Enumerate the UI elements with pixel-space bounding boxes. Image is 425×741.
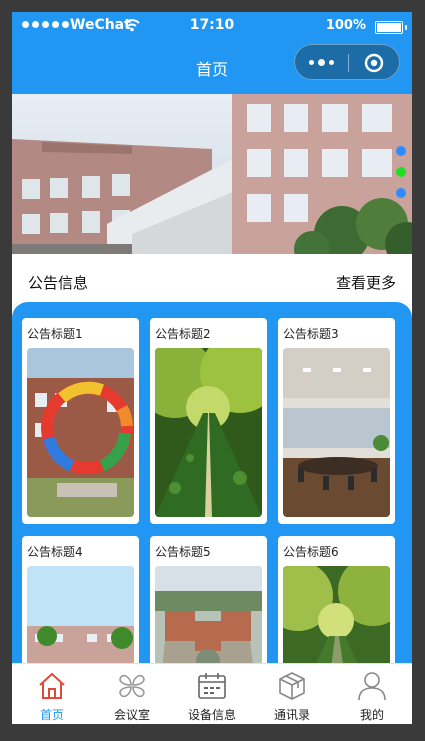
carousel-dot[interactable] bbox=[396, 146, 406, 156]
banner-carousel[interactable] bbox=[12, 94, 412, 254]
notice-section-header: 公告信息 查看更多 bbox=[12, 254, 412, 302]
tab-label: 会议室 bbox=[113, 708, 150, 722]
notice-grid: 公告标题1 公告标题2 公告标题3 公告标题4 公告标题5 公告标题6 bbox=[12, 302, 412, 672]
notice-card-title: 公告标题4 bbox=[27, 545, 83, 559]
tab-label: 通讯录 bbox=[273, 708, 310, 722]
notice-card[interactable]: 公告标题1 bbox=[22, 318, 139, 524]
capsule-divider bbox=[348, 54, 349, 72]
notice-card[interactable]: 公告标题6 bbox=[278, 536, 395, 672]
tab-home[interactable]: 首页 bbox=[12, 664, 92, 724]
notice-card-image bbox=[155, 566, 262, 672]
battery-icon bbox=[375, 21, 407, 34]
notice-card-image bbox=[155, 348, 262, 517]
notice-card-title: 公告标题2 bbox=[155, 327, 211, 341]
view-more-link[interactable]: 查看更多 bbox=[336, 272, 396, 293]
notice-card-title: 公告标题1 bbox=[27, 327, 83, 341]
tab-label: 我的 bbox=[359, 708, 384, 722]
mini-program-capsule bbox=[294, 44, 400, 80]
contacts-icon bbox=[279, 672, 305, 700]
notice-card-title: 公告标题6 bbox=[283, 545, 339, 559]
tab-label: 首页 bbox=[39, 708, 64, 722]
carousel-dot[interactable] bbox=[396, 188, 406, 198]
banner-image bbox=[12, 94, 412, 254]
phone-screen: WeChat 17:10 100% 首页 公告信息 查看更多 公告标题1 公告标… bbox=[12, 12, 412, 724]
notice-card-image bbox=[283, 348, 390, 517]
notice-card-title: 公告标题5 bbox=[155, 545, 211, 559]
more-options-icon[interactable] bbox=[309, 59, 334, 66]
bottom-tab-bar: 首页 会议室 设备信息 通讯录 我的 bbox=[12, 663, 412, 724]
tab-label: 设备信息 bbox=[187, 708, 236, 722]
notice-card-image bbox=[27, 348, 134, 517]
tab-device-info[interactable]: 设备信息 bbox=[172, 664, 252, 724]
notice-card-image bbox=[27, 566, 134, 672]
profile-icon bbox=[358, 672, 386, 701]
tab-contacts[interactable]: 通讯录 bbox=[252, 664, 332, 724]
navigation-bar: 首页 bbox=[12, 42, 412, 94]
home-icon bbox=[39, 672, 65, 699]
close-mini-program-icon[interactable] bbox=[364, 53, 384, 73]
notice-section-title: 公告信息 bbox=[28, 274, 89, 292]
carousel-indicators bbox=[396, 146, 406, 198]
notice-card[interactable]: 公告标题2 bbox=[150, 318, 267, 524]
notice-card[interactable]: 公告标题3 bbox=[278, 318, 395, 524]
device-info-icon bbox=[198, 673, 226, 699]
tab-meeting-room[interactable]: 会议室 bbox=[92, 664, 172, 724]
notice-card[interactable]: 公告标题4 bbox=[22, 536, 139, 672]
status-bar: WeChat 17:10 100% bbox=[12, 12, 412, 42]
notice-card-image bbox=[283, 566, 390, 672]
carousel-dot[interactable] bbox=[396, 167, 406, 177]
meeting-room-icon bbox=[119, 674, 145, 698]
notice-card[interactable]: 公告标题5 bbox=[150, 536, 267, 672]
notice-card-title: 公告标题3 bbox=[283, 327, 339, 341]
tab-profile[interactable]: 我的 bbox=[332, 664, 412, 724]
battery-percentage: 100% bbox=[325, 18, 366, 33]
